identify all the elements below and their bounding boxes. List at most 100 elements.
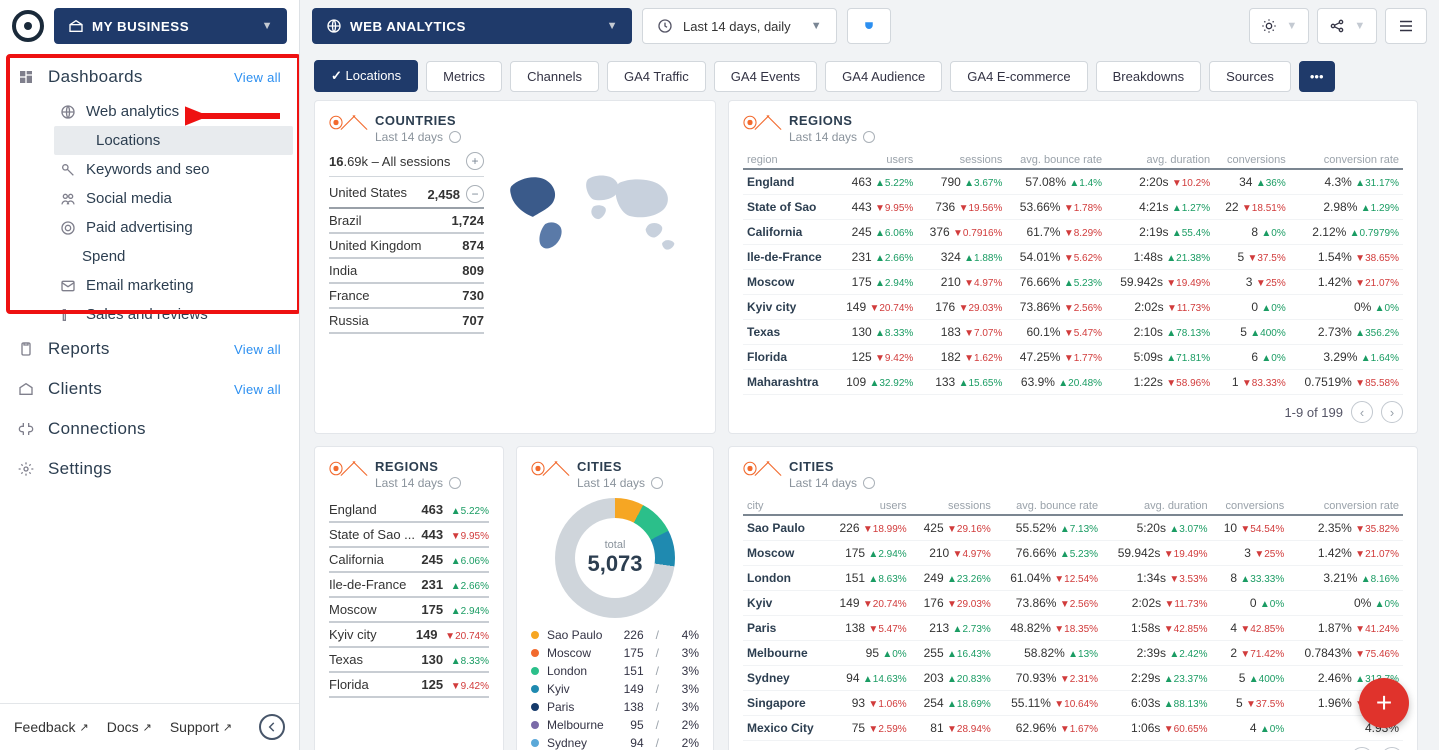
- tab-ga4-e-commerce[interactable]: GA4 E-commerce: [950, 61, 1087, 92]
- legend-item: Sydney94/2%: [531, 734, 699, 750]
- tabs: Locations Metrics Channels GA4 Traffic GA4 E…: [300, 52, 1439, 100]
- donut-chart: total5,073: [555, 498, 675, 618]
- table-row[interactable]: Maharashtra109 ▲32.92%133 ▲15.65%63.9% ▲…: [743, 370, 1403, 395]
- footer-docs[interactable]: Docs ↗: [107, 719, 152, 735]
- world-map: [496, 152, 701, 292]
- panel-regions-mini: ⦿╱╲REGIONSLast 14 days England463 ▲5.22%…: [314, 446, 504, 750]
- country-row[interactable]: France730: [329, 284, 484, 309]
- list-item[interactable]: Moscow175 ▲2.94%: [329, 598, 489, 623]
- tab-more[interactable]: •••: [1299, 61, 1335, 92]
- panel-title: REGIONS: [789, 113, 875, 128]
- tab-ga4-events[interactable]: GA4 Events: [714, 61, 817, 92]
- panel-title: COUNTRIES: [375, 113, 461, 128]
- table-row[interactable]: London151 ▲8.63%249 ▲23.26%61.04% ▼12.54…: [743, 566, 1403, 591]
- table-row[interactable]: Mexico City75 ▼2.59%81 ▼28.94%62.96% ▼1.…: [743, 716, 1403, 741]
- toolbar-theme-button[interactable]: ▼: [1249, 8, 1309, 44]
- tab-locations[interactable]: Locations: [314, 60, 418, 92]
- trend-icon: ⦿╱╲: [743, 113, 779, 133]
- sidebar-item-social[interactable]: Social media: [48, 184, 299, 213]
- chevron-down-icon: ▼: [262, 20, 273, 32]
- panel-cities-donut: ⦿╱╲CITIESLast 14 days total5,073 Sao Pau…: [516, 446, 714, 750]
- toolbar-menu-button[interactable]: [1385, 8, 1427, 44]
- country-row[interactable]: Russia707: [329, 309, 484, 334]
- table-row[interactable]: State of Sao443 ▼9.95%736 ▼19.56%53.66% …: [743, 195, 1403, 220]
- panel-cities-table: ⦿╱╲CITIESLast 14 days cityuserssessionsa…: [728, 446, 1418, 750]
- country-row[interactable]: United Kingdom874: [329, 234, 484, 259]
- list-item[interactable]: California245 ▲6.06%: [329, 548, 489, 573]
- footer-support[interactable]: Support ↗: [170, 719, 232, 735]
- list-item[interactable]: Florida125 ▼9.42%: [329, 673, 489, 698]
- legend-item: Sao Paulo226/4%: [531, 626, 699, 644]
- nav-clients[interactable]: Clients View all: [0, 369, 299, 409]
- footer-feedback[interactable]: Feedback ↗: [14, 719, 89, 735]
- pager-prev[interactable]: ‹: [1351, 401, 1373, 423]
- sidebar-item-paid[interactable]: Paid advertising: [48, 213, 299, 242]
- trend-icon: ⦿╱╲: [329, 113, 365, 133]
- chevron-down-icon: ▼: [811, 20, 822, 32]
- collapse-sidebar-button[interactable]: [259, 714, 285, 740]
- pager-text: 1-9 of 199: [1284, 405, 1343, 420]
- sidebar-item-spend[interactable]: Spend: [48, 242, 299, 271]
- table-row[interactable]: Moscow175 ▲2.94%210 ▼4.97%76.66% ▲5.23%5…: [743, 541, 1403, 566]
- legend-item: London151/3%: [531, 662, 699, 680]
- tab-ga4-audience[interactable]: GA4 Audience: [825, 61, 942, 92]
- nav-connections[interactable]: Connections: [0, 409, 299, 449]
- list-item[interactable]: State of Sao ...443 ▼9.95%: [329, 523, 489, 548]
- sidebar-item-sales[interactable]: Sales and reviews: [48, 300, 299, 329]
- nav-reports[interactable]: Reports View all: [0, 329, 299, 369]
- table-row[interactable]: Moscow175 ▲2.94%210 ▼4.97%76.66% ▲5.23%5…: [743, 270, 1403, 295]
- sidebar: MY BUSINESS ▼ Dashboards View all Web an…: [0, 0, 300, 750]
- sidebar-item-locations[interactable]: Locations: [54, 126, 293, 155]
- annotation-arrow: [185, 102, 285, 130]
- connections-button[interactable]: [847, 8, 891, 44]
- table-row[interactable]: Kyiv149 ▼20.74%176 ▼29.03%73.86% ▼2.56%2…: [743, 591, 1403, 616]
- tab-sources[interactable]: Sources: [1209, 61, 1291, 92]
- country-row[interactable]: Brazil1,724: [329, 209, 484, 234]
- table-row[interactable]: California245 ▲6.06%376 ▼0.7916%61.7% ▼8…: [743, 220, 1403, 245]
- list-item[interactable]: Texas130 ▲8.33%: [329, 648, 489, 673]
- legend-item: Melbourne95/2%: [531, 716, 699, 734]
- list-item[interactable]: England463 ▲5.22%: [329, 498, 489, 523]
- eye-icon: [863, 131, 875, 143]
- fab-add-button[interactable]: +: [1359, 678, 1409, 728]
- list-item[interactable]: Kyiv city149 ▼20.74%: [329, 623, 489, 648]
- dashboard-selector[interactable]: WEB ANALYTICS ▼: [312, 8, 632, 44]
- table-row[interactable]: Kyiv city149 ▼20.74%176 ▼29.03%73.86% ▼2…: [743, 295, 1403, 320]
- pager-next[interactable]: ›: [1381, 401, 1403, 423]
- legend-item: Moscow175/3%: [531, 644, 699, 662]
- sidebar-item-keywords[interactable]: Keywords and seo: [48, 155, 299, 184]
- tab-breakdowns[interactable]: Breakdowns: [1096, 61, 1202, 92]
- tab-ga4-traffic[interactable]: GA4 Traffic: [607, 61, 706, 92]
- eye-icon: [449, 131, 461, 143]
- toolbar-share-button[interactable]: ▼: [1317, 8, 1377, 44]
- table-row[interactable]: Sydney94 ▲14.63%203 ▲20.83%70.93% ▼2.31%…: [743, 666, 1403, 691]
- chevron-down-icon: ▼: [607, 20, 618, 32]
- tab-channels[interactable]: Channels: [510, 61, 599, 92]
- business-selector[interactable]: MY BUSINESS ▼: [54, 8, 287, 44]
- legend-item: Paris138/3%: [531, 698, 699, 716]
- nav-settings[interactable]: Settings: [0, 449, 299, 489]
- country-row[interactable]: United States2,458−: [329, 181, 484, 209]
- clients-view-all[interactable]: View all: [234, 382, 281, 397]
- table-row[interactable]: Paris138 ▼5.47%213 ▲2.73%48.82% ▼18.35%1…: [743, 616, 1403, 641]
- table-row[interactable]: Melbourne95 ▲0%255 ▲16.43%58.82% ▲13%2:3…: [743, 641, 1403, 666]
- country-row[interactable]: India809: [329, 259, 484, 284]
- table-row[interactable]: Singapore93 ▼1.06%254 ▲18.69%55.11% ▼10.…: [743, 691, 1403, 716]
- panel-regions-table: ⦿╱╲ REGIONS Last 14 days regionuserssess…: [728, 100, 1418, 434]
- legend-item: Kyiv149/3%: [531, 680, 699, 698]
- panel-countries: ⦿╱╲ COUNTRIES Last 14 days 16.69k – All …: [314, 100, 716, 434]
- sidebar-item-email[interactable]: Email marketing: [48, 271, 299, 300]
- app-logo: [12, 10, 44, 42]
- table-row[interactable]: Sao Paulo226 ▼18.99%425 ▼29.16%55.52% ▲7…: [743, 515, 1403, 541]
- reports-view-all[interactable]: View all: [234, 342, 281, 357]
- date-range-selector[interactable]: Last 14 days, daily ▼: [642, 8, 837, 44]
- table-row[interactable]: Ile-de-France231 ▲2.66%324 ▲1.88%54.01% …: [743, 245, 1403, 270]
- tab-metrics[interactable]: Metrics: [426, 61, 502, 92]
- nav-dashboards[interactable]: Dashboards View all: [0, 57, 299, 97]
- table-row[interactable]: Florida125 ▼9.42%182 ▼1.62%47.25% ▼1.77%…: [743, 345, 1403, 370]
- dashboards-view-all[interactable]: View all: [234, 70, 281, 85]
- list-item[interactable]: Ile-de-France231 ▲2.66%: [329, 573, 489, 598]
- table-row[interactable]: England463 ▲5.22%790 ▲3.67%57.08% ▲1.4%2…: [743, 169, 1403, 195]
- expand-button[interactable]: +: [466, 152, 484, 170]
- table-row[interactable]: Texas130 ▲8.33%183 ▼7.07%60.1% ▼5.47%2:1…: [743, 320, 1403, 345]
